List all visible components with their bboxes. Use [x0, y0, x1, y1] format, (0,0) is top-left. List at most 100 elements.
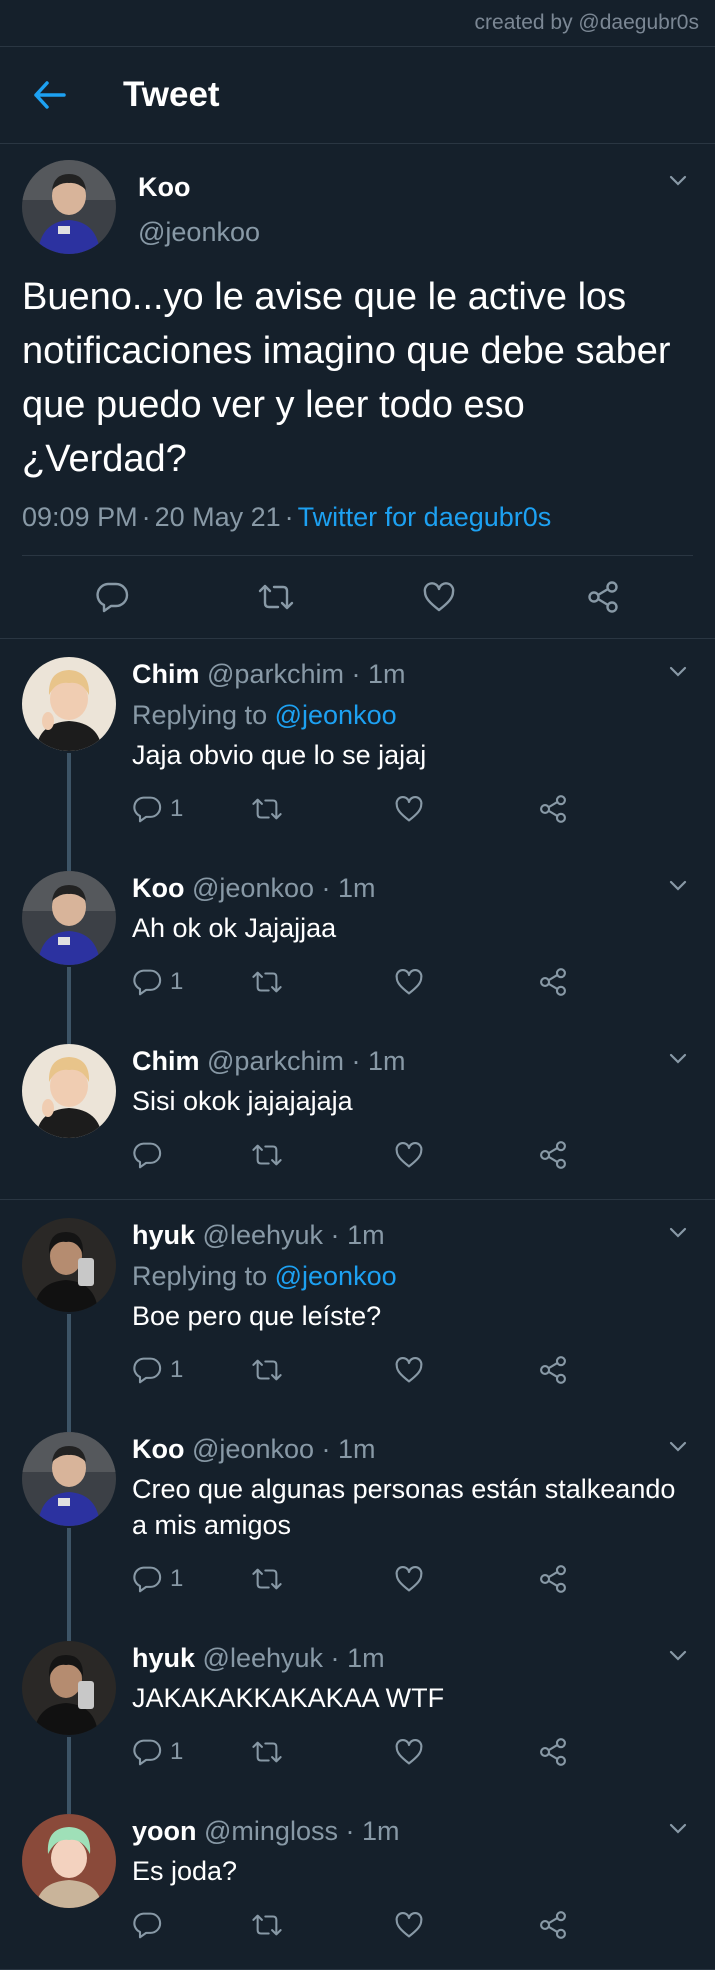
reply-tweet[interactable]: Chim @parkchim · 1m Sisi okok jajajajaja: [0, 1026, 715, 1199]
reply-actions: 1: [132, 791, 693, 853]
avatar[interactable]: [22, 1044, 116, 1138]
tweet-menu-button[interactable]: [663, 166, 693, 196]
retweet-button[interactable]: [250, 1739, 394, 1765]
like-button[interactable]: [419, 577, 459, 617]
reply-header: Chim @parkchim · 1m: [132, 1044, 693, 1078]
reply-tweet[interactable]: Chim @parkchim · 1m Replying to @jeonkoo J…: [0, 639, 715, 871]
reply-tweet[interactable]: Koo @jeonkoo · 1m Ah ok ok Jajajjaa 1: [0, 853, 715, 1044]
tweet-menu-button[interactable]: [663, 871, 693, 901]
author-name[interactable]: Koo: [132, 1434, 184, 1464]
top-bar: Tweet: [0, 47, 715, 144]
retweet-icon: [252, 1359, 282, 1381]
avatar[interactable]: [22, 1432, 116, 1526]
author-handle[interactable]: @mingloss: [204, 1816, 338, 1846]
retweet-button[interactable]: [250, 1566, 394, 1592]
like-button[interactable]: [394, 1141, 538, 1169]
avatar[interactable]: [22, 1641, 116, 1735]
separator: ·: [141, 502, 151, 532]
tweet-menu-button[interactable]: [663, 1432, 693, 1462]
reply-button[interactable]: 1: [132, 1565, 250, 1593]
retweet-button[interactable]: [250, 969, 394, 995]
author-handle[interactable]: @leehyuk: [203, 1643, 323, 1673]
author-name[interactable]: Chim: [132, 659, 200, 689]
share-button[interactable]: [538, 1355, 568, 1385]
reply-actions: 1: [132, 964, 693, 1026]
reply-button[interactable]: [132, 1141, 250, 1169]
avatar[interactable]: [22, 1218, 116, 1312]
author-name[interactable]: Koo: [132, 873, 184, 903]
chevron-down-icon: [669, 1053, 687, 1064]
share-icon: [540, 1565, 566, 1593]
reply-tweet[interactable]: hyuk @leehyuk · 1m Replying to @jeonkoo Bo…: [0, 1200, 715, 1432]
author-name[interactable]: Chim: [132, 1046, 200, 1076]
reply-icon: [133, 969, 162, 996]
tweet-menu-button[interactable]: [663, 1814, 693, 1844]
like-button[interactable]: [394, 1356, 538, 1384]
chevron-down-icon: [669, 1823, 687, 1834]
tweet-menu-button[interactable]: [663, 1044, 693, 1074]
tweet-menu-button[interactable]: [663, 1641, 693, 1671]
reply-button[interactable]: [92, 577, 132, 617]
separator: ·: [321, 873, 331, 903]
reply-text: Es joda?: [132, 1856, 238, 1886]
share-button[interactable]: [538, 1737, 568, 1767]
share-button[interactable]: [538, 794, 568, 824]
separator: ·: [345, 1816, 355, 1846]
author-handle[interactable]: @parkchim: [207, 659, 344, 689]
like-button[interactable]: [394, 1738, 538, 1766]
share-button[interactable]: [538, 967, 568, 997]
retweet-button[interactable]: [250, 1357, 394, 1383]
author-handle[interactable]: @leehyuk: [203, 1220, 323, 1250]
retweet-button[interactable]: [256, 577, 296, 617]
main-tweet: Koo @jeonkoo Bueno...yo le avise que le …: [0, 144, 715, 556]
retweet-icon: [252, 971, 282, 993]
author-handle[interactable]: @jeonkoo: [192, 873, 314, 903]
share-button[interactable]: [583, 577, 623, 617]
retweet-button[interactable]: [250, 1912, 394, 1938]
reply-tweet[interactable]: hyuk @leehyuk · 1m JAKAKAKKAKAKAA WTF 1: [0, 1623, 715, 1814]
separator: ·: [284, 502, 294, 532]
tweet-menu-button[interactable]: [663, 657, 693, 687]
share-button[interactable]: [538, 1564, 568, 1594]
mention-link[interactable]: @jeonkoo: [275, 700, 397, 730]
author-name[interactable]: Koo: [138, 172, 260, 203]
share-button[interactable]: [538, 1910, 568, 1940]
back-button[interactable]: [25, 70, 75, 120]
tweet-text: Bueno...yo le avise que le active los no…: [22, 276, 671, 480]
author-handle[interactable]: @jeonkoo: [192, 1434, 314, 1464]
retweet-button[interactable]: [250, 796, 394, 822]
avatar[interactable]: [22, 871, 116, 965]
avatar[interactable]: [22, 1814, 116, 1908]
reply-tweet[interactable]: Koo @jeonkoo · 1m Creo que algunas person…: [0, 1414, 715, 1641]
reply-button[interactable]: 1: [132, 1738, 250, 1766]
reply-button[interactable]: 1: [132, 795, 250, 823]
share-icon: [540, 1141, 566, 1169]
author-name[interactable]: hyuk: [132, 1643, 195, 1673]
reply-tweet[interactable]: yoon @mingloss · 1m Es joda?: [0, 1796, 715, 1969]
author-name[interactable]: yoon: [132, 1816, 197, 1846]
like-button[interactable]: [394, 968, 538, 996]
avatar[interactable]: [22, 160, 116, 254]
creator-credit: created by @daegubr0s: [0, 0, 715, 47]
tweet-client-link[interactable]: Twitter for daegubr0s: [298, 502, 552, 532]
reply-button[interactable]: 1: [132, 1356, 250, 1384]
author-name[interactable]: hyuk: [132, 1220, 195, 1250]
avatar[interactable]: [22, 657, 116, 751]
reply-time: 1m: [368, 659, 406, 689]
share-icon: [540, 1738, 566, 1766]
reply-button[interactable]: 1: [132, 968, 250, 996]
share-icon: [540, 1356, 566, 1384]
like-icon: [424, 582, 455, 612]
author-handle[interactable]: @jeonkoo: [138, 217, 260, 248]
reply-text: Creo que algunas personas están stalkean…: [132, 1474, 676, 1540]
reply-time: 1m: [338, 873, 376, 903]
like-button[interactable]: [394, 795, 538, 823]
like-button[interactable]: [394, 1565, 538, 1593]
tweet-menu-button[interactable]: [663, 1218, 693, 1248]
author-handle[interactable]: @parkchim: [207, 1046, 344, 1076]
like-button[interactable]: [394, 1911, 538, 1939]
reply-button[interactable]: [132, 1911, 250, 1939]
share-button[interactable]: [538, 1140, 568, 1170]
retweet-button[interactable]: [250, 1142, 394, 1168]
mention-link[interactable]: @jeonkoo: [275, 1261, 397, 1291]
